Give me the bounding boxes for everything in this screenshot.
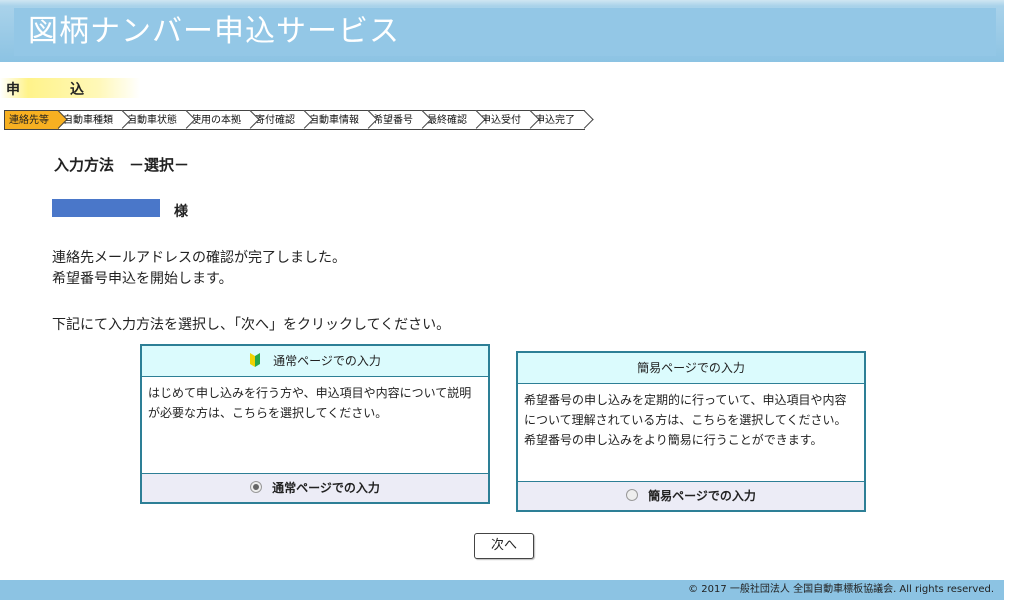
- option-simple-description-1: 希望番号の申し込みを定期的に行っていて、申込項目や内容について理解されている方は…: [524, 393, 847, 427]
- start-message: 希望番号申込を開始します。: [52, 271, 233, 287]
- beginner-mark-icon: [249, 349, 261, 379]
- radio-simple-label[interactable]: 簡易ページでの入力: [648, 489, 756, 503]
- section-label-char1: 申: [6, 82, 20, 98]
- section-label-char2: 込: [70, 82, 84, 98]
- redacted-user-name: [52, 199, 160, 217]
- option-simple-description-2: 希望番号の申し込みをより簡易に行うことができます。: [524, 433, 823, 447]
- step-vehicle-type: 自動車種類: [59, 110, 123, 130]
- step-contact: 連絡先等: [4, 110, 59, 130]
- section-heading: 入力方法 －選択－: [54, 156, 190, 174]
- header-banner: 図柄ナンバー申込サービス: [0, 0, 1004, 62]
- step-base-of-use: 使用の本拠: [187, 110, 251, 130]
- option-normal-description: はじめて申し込みを行う方や、申込項目や内容について説明が必要な方は、こちらを選択…: [148, 386, 472, 420]
- option-normal-radio-row[interactable]: 通常ページでの入力: [142, 473, 488, 502]
- radio-simple[interactable]: [626, 489, 639, 501]
- section-label: 申 込: [0, 78, 140, 98]
- option-normal-header: 通常ページでの入力: [142, 346, 488, 377]
- option-simple-description: 希望番号の申し込みを定期的に行っていて、申込項目や内容について理解されている方は…: [518, 384, 864, 456]
- option-simple-page[interactable]: 簡易ページでの入力 希望番号の申し込みを定期的に行っていて、申込項目や内容につい…: [516, 351, 866, 512]
- option-simple-header: 簡易ページでの入力: [518, 353, 864, 384]
- option-simple-title: 簡易ページでの入力: [637, 361, 745, 375]
- footer: © 2017 一般社団法人 全国自動車標板協議会. All rights res…: [0, 580, 1004, 600]
- option-normal-page[interactable]: 通常ページでの入力 はじめて申し込みを行う方や、申込項目や内容について説明が必要…: [140, 344, 490, 504]
- radio-normal[interactable]: [250, 481, 263, 493]
- honorific: 様: [174, 204, 188, 220]
- copyright-text: © 2017 一般社団法人 全国自動車標板協議会. All rights res…: [688, 584, 994, 595]
- page-title: 図柄ナンバー申込サービス: [28, 14, 400, 49]
- instruction-message: 下記にて入力方法を選択し、「次へ」をクリックしてください。: [52, 317, 451, 333]
- step-breadcrumb: 連絡先等 自動車種類 自動車状態 使用の本拠 寄付確認 自動車情報 希望番号 最…: [4, 110, 585, 130]
- step-vehicle-info: 自動車情報: [305, 110, 369, 130]
- confirmation-message: 連絡先メールアドレスの確認が完了しました。: [52, 250, 346, 266]
- next-button[interactable]: 次へ: [474, 533, 534, 559]
- step-vehicle-status: 自動車状態: [123, 110, 187, 130]
- radio-normal-label[interactable]: 通常ページでの入力: [272, 481, 380, 495]
- option-simple-radio-row[interactable]: 簡易ページでの入力: [518, 481, 864, 510]
- option-normal-title: 通常ページでの入力: [273, 354, 381, 368]
